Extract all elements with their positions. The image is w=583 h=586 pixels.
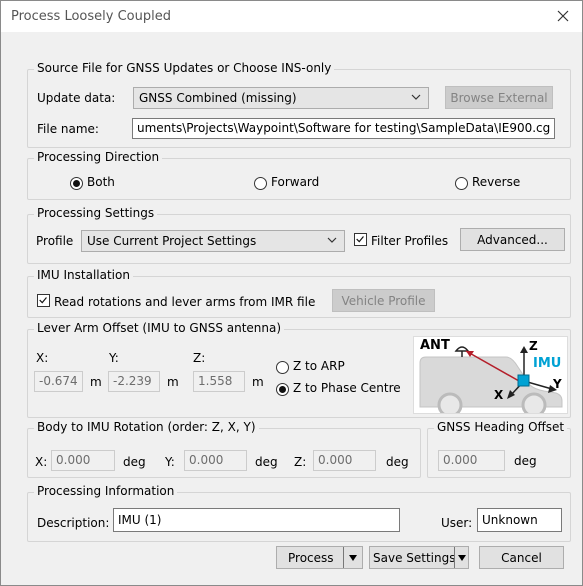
read-imr-checkbox[interactable] [37, 294, 50, 307]
cancel-button[interactable]: Cancel [479, 546, 564, 569]
diagram-imu-label: IMU [533, 356, 562, 371]
radio-reverse[interactable] [455, 177, 468, 190]
radio-z-to-phase[interactable] [276, 383, 289, 396]
diagram-z-label: Z [529, 339, 538, 353]
dialog-window: Process Loosely Coupled Source File for … [0, 0, 583, 586]
lever-y-label: Y: [109, 351, 119, 365]
profile-label: Profile [36, 234, 74, 248]
rot-y-unit: deg [255, 455, 278, 469]
dropdown-arrow-icon[interactable] [458, 555, 466, 561]
profile-select[interactable]: Use Current Project Settings [81, 230, 345, 252]
rot-z-label: Z: [294, 455, 307, 469]
chevron-down-icon [411, 94, 421, 100]
rot-x-field[interactable]: 0.000 [51, 450, 115, 471]
source-group-title: Source File for GNSS Updates or Choose I… [34, 61, 335, 75]
description-field[interactable]: IMU (1) [113, 508, 400, 532]
checkmark-icon [356, 236, 364, 243]
dropdown-arrow-icon[interactable] [349, 555, 357, 561]
profile-value: Use Current Project Settings [87, 234, 257, 248]
lever-z-unit: m [252, 375, 264, 389]
lever-y-field[interactable]: -2.239 [108, 371, 160, 392]
lever-x-unit: m [90, 375, 102, 389]
lever-x-label: X: [36, 351, 49, 365]
radio-reverse-label: Reverse [472, 175, 521, 189]
diagram-x-label: X [494, 388, 504, 402]
update-data-select[interactable]: GNSS Combined (missing) [133, 87, 429, 109]
settings-group-title: Processing Settings [34, 206, 158, 220]
rot-x-unit: deg [123, 455, 146, 469]
direction-group-title: Processing Direction [34, 150, 163, 164]
radio-z-to-arp[interactable] [276, 361, 289, 374]
window-title: Process Loosely Coupled [11, 9, 171, 24]
radio-both-label: Both [87, 175, 115, 189]
radio-forward-label: Forward [271, 175, 320, 189]
heading-field[interactable]: 0.000 [438, 450, 505, 471]
lever-x-field[interactable]: -0.674 [34, 371, 83, 392]
save-settings-button-label: Save Settings [373, 550, 456, 565]
rot-z-field[interactable]: 0.000 [313, 450, 376, 471]
filter-profiles-label: Filter Profiles [371, 234, 449, 248]
close-icon[interactable] [552, 5, 574, 27]
filter-profiles-checkbox[interactable] [354, 233, 367, 246]
rot-z-unit: deg [386, 455, 409, 469]
lever-z-field[interactable]: 1.558 [193, 371, 245, 392]
radio-forward[interactable] [254, 177, 267, 190]
update-data-label: Update data: [37, 91, 116, 105]
user-field[interactable]: Unknown [477, 508, 562, 532]
rot-y-field[interactable]: 0.000 [184, 450, 247, 471]
lever-arm-group-title: Lever Arm Offset (IMU to GNSS antenna) [34, 321, 285, 335]
radio-both[interactable] [70, 177, 83, 190]
diagram-ant-label: ANT [420, 338, 450, 353]
process-button-label: Process [288, 550, 334, 565]
checkmark-icon [39, 297, 47, 304]
file-name-field[interactable]: uments\Projects\Waypoint\Software for te… [132, 118, 555, 139]
update-data-value: GNSS Combined (missing) [139, 91, 297, 105]
vehicle-profile-button[interactable]: Vehicle Profile [332, 289, 435, 312]
lever-arm-diagram: ANT Z IMU X Y [413, 336, 568, 414]
user-label: User: [441, 516, 473, 530]
imu-install-group-title: IMU Installation [34, 268, 133, 282]
rot-y-label: Y: [165, 455, 175, 469]
diagram-y-label: Y [553, 377, 562, 391]
heading-group-title: GNSS Heading Offset [434, 420, 568, 434]
lever-y-unit: m [167, 375, 179, 389]
radio-z-to-phase-label: Z to Phase Centre [293, 381, 401, 395]
process-split-divider [343, 547, 344, 568]
rotation-group-title: Body to IMU Rotation (order: Z, X, Y) [34, 420, 259, 434]
save-settings-button[interactable]: Save Settings [369, 546, 469, 569]
rot-x-label: X: [35, 455, 48, 469]
chevron-down-icon [327, 237, 337, 243]
title-bar: Process Loosely Coupled [1, 1, 582, 32]
file-name-label: File name: [37, 122, 99, 136]
process-button[interactable]: Process [276, 546, 363, 569]
advanced-button[interactable]: Advanced... [460, 228, 565, 251]
heading-unit: deg [514, 454, 537, 468]
lever-z-label: Z: [193, 351, 206, 365]
description-label: Description: [37, 516, 110, 530]
read-imr-label: Read rotations and lever arms from IMR f… [54, 295, 316, 309]
browse-external-button[interactable]: Browse External [445, 86, 553, 109]
save-split-divider [454, 547, 455, 568]
radio-z-to-arp-label: Z to ARP [293, 359, 345, 373]
info-group-title: Processing Information [34, 484, 178, 498]
